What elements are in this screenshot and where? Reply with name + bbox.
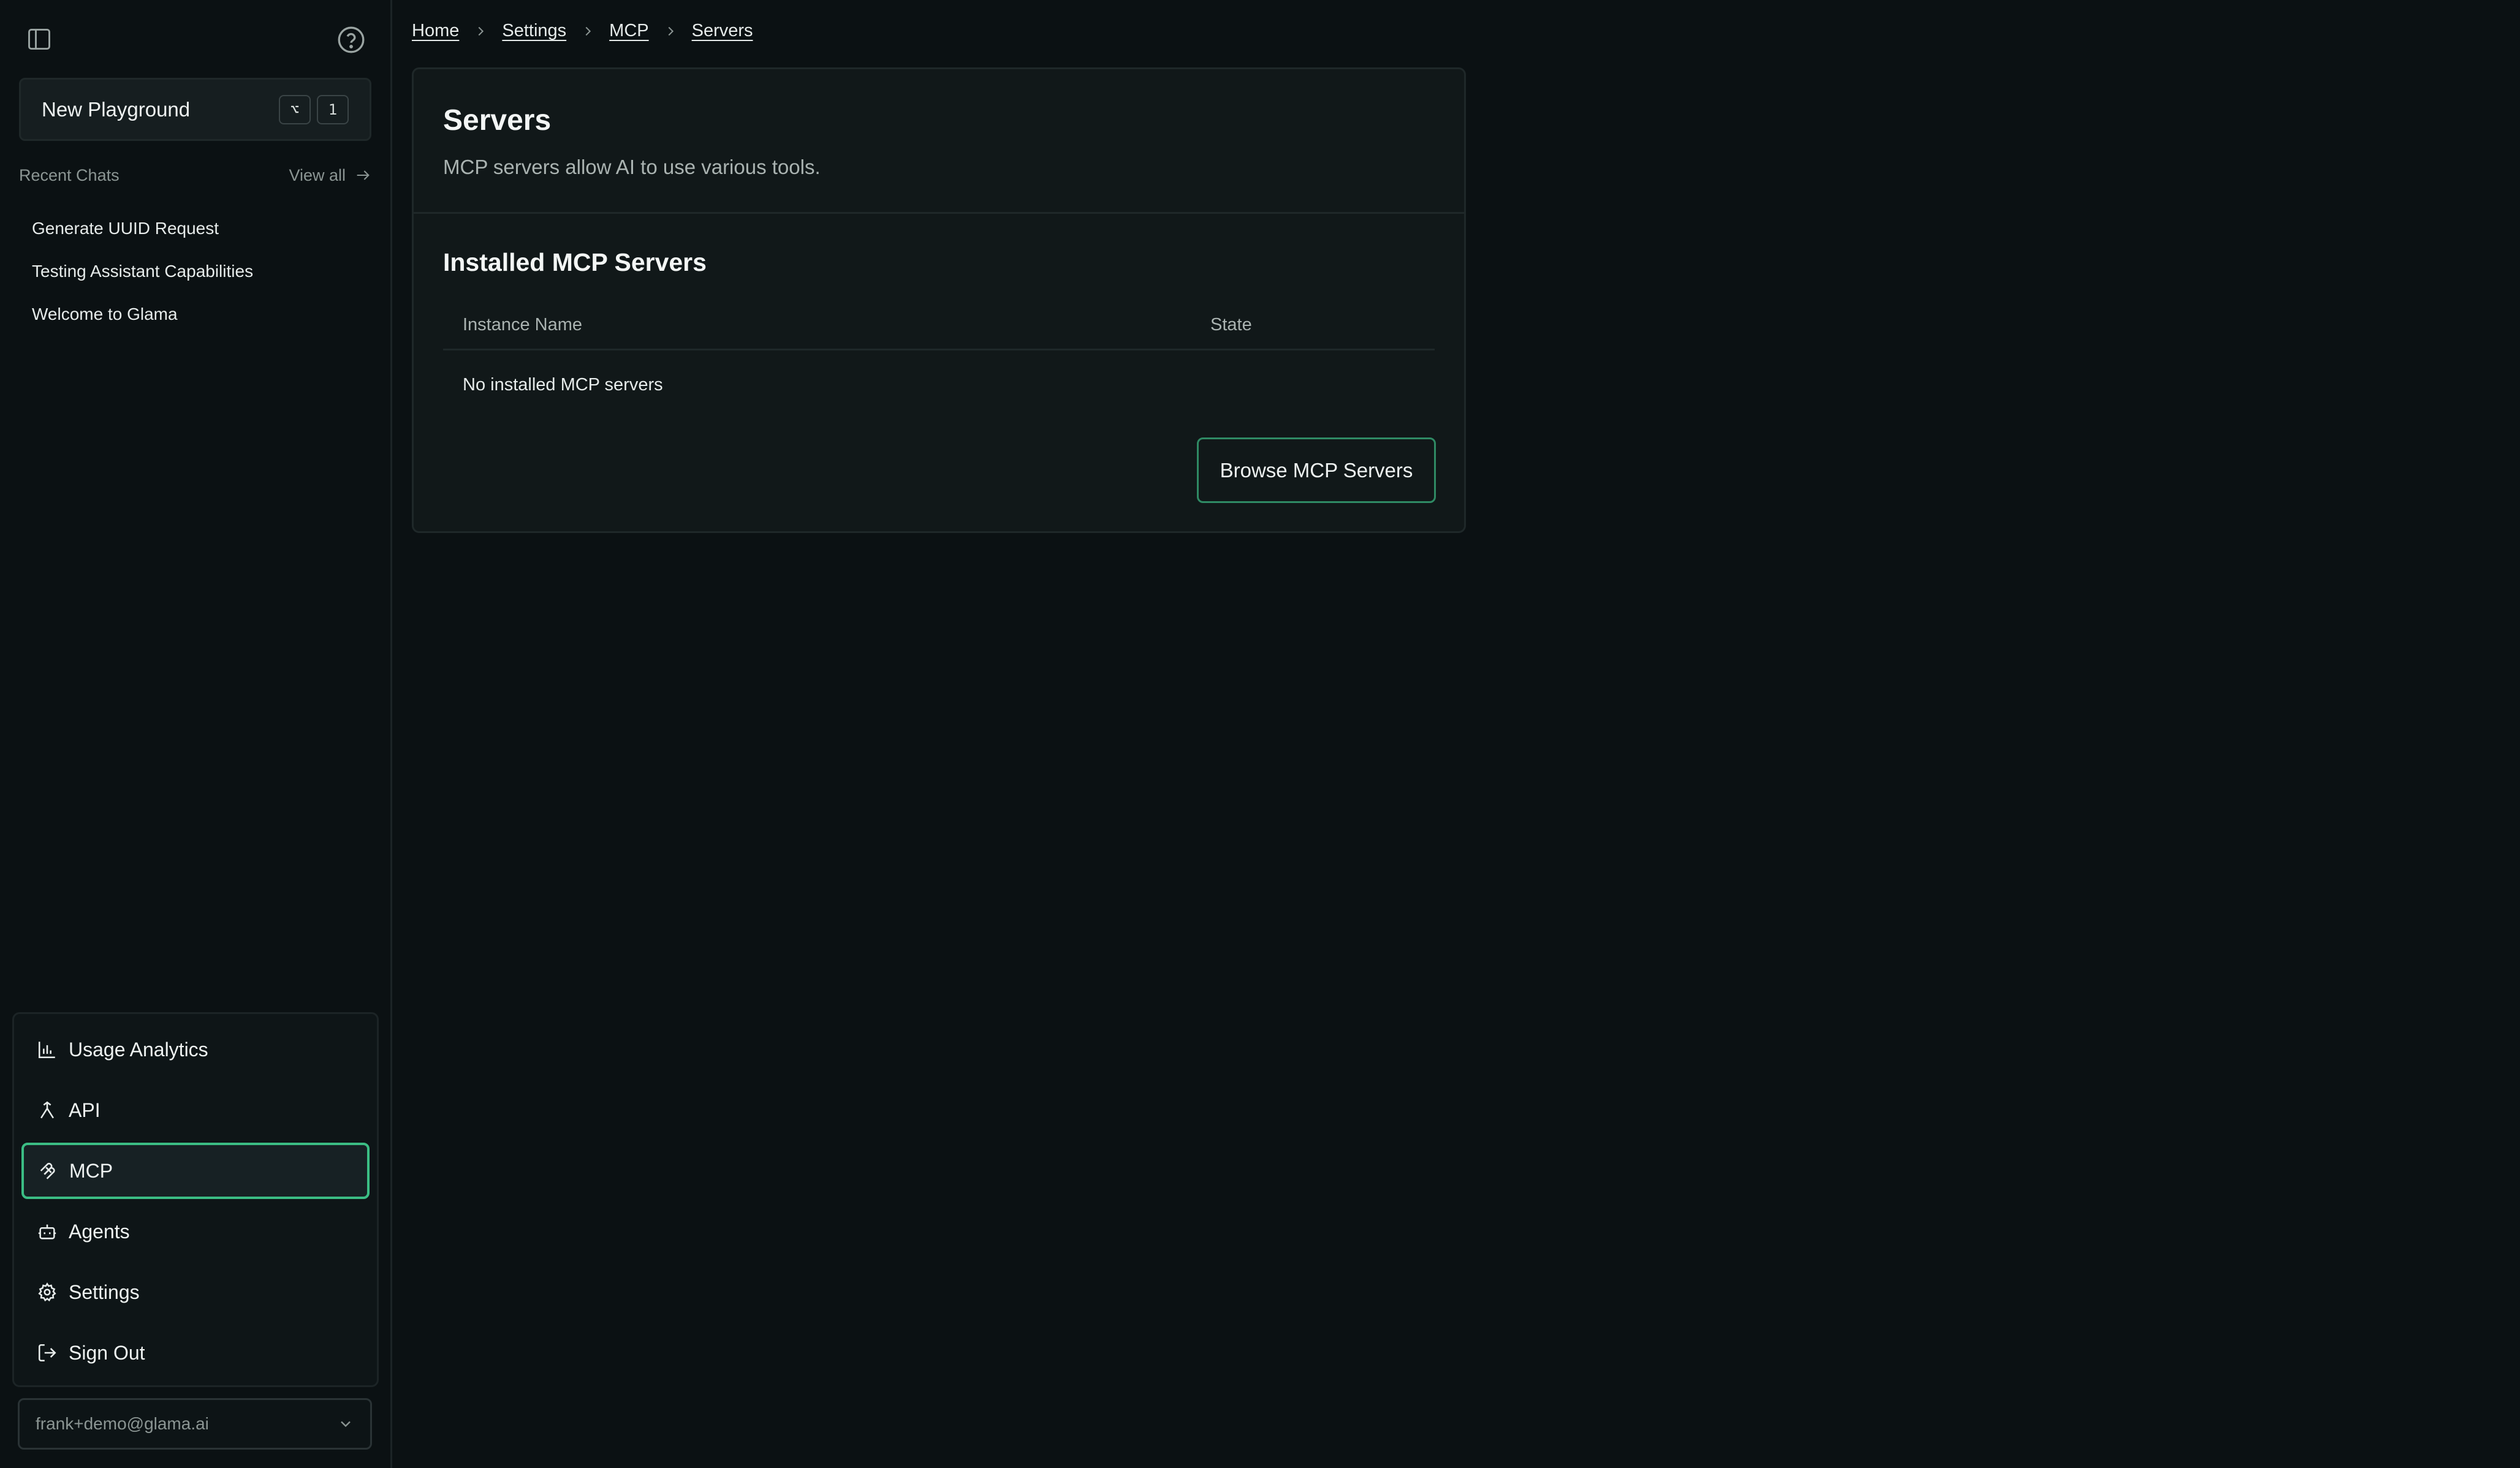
column-header-instance-name: Instance Name bbox=[463, 315, 583, 335]
browse-mcp-servers-button[interactable]: Browse MCP Servers bbox=[1197, 437, 1436, 503]
servers-card: Servers MCP servers allow AI to use vari… bbox=[412, 67, 1466, 533]
page-description: MCP servers allow AI to use various tool… bbox=[443, 156, 821, 178]
recent-chats-list: Generate UUID Request Testing Assistant … bbox=[32, 207, 363, 336]
menu-item-label: API bbox=[69, 1099, 101, 1121]
table-empty-row: No installed MCP servers bbox=[463, 374, 663, 395]
menu-item-agents[interactable]: Agents bbox=[21, 1203, 370, 1260]
chat-item[interactable]: Testing Assistant Capabilities bbox=[32, 250, 363, 293]
menu-item-label: Agents bbox=[69, 1220, 130, 1243]
mcp-icon bbox=[40, 1162, 55, 1179]
chevron-right-icon bbox=[478, 26, 484, 36]
view-all-label: View all bbox=[289, 165, 346, 184]
help-icon[interactable] bbox=[336, 25, 366, 55]
recent-chats-title: Recent Chats bbox=[19, 165, 120, 184]
chat-item[interactable]: Generate UUID Request bbox=[32, 207, 363, 250]
card-body: Installed MCP Servers Instance Name Stat… bbox=[414, 214, 1464, 419]
menu-item-usage-analytics[interactable]: Usage Analytics bbox=[21, 1021, 370, 1078]
recent-chats-header: Recent Chats View all bbox=[19, 163, 371, 187]
breadcrumb-mcp[interactable]: MCP bbox=[609, 21, 648, 41]
chat-item[interactable]: Welcome to Glama bbox=[32, 293, 363, 336]
gear-icon bbox=[38, 1282, 56, 1302]
account-select[interactable]: frank+demo@glama.ai bbox=[18, 1398, 372, 1450]
card-header: Servers MCP servers allow AI to use vari… bbox=[414, 69, 1464, 214]
bar-chart-icon bbox=[38, 1042, 55, 1059]
sidebar: New Playground ⌥ 1 Recent Chats View all… bbox=[0, 0, 392, 1468]
menu-item-sign-out[interactable]: Sign Out bbox=[21, 1325, 370, 1381]
shortcut-key-1: 1 bbox=[317, 94, 349, 124]
chevron-down-icon bbox=[341, 1421, 351, 1428]
menu-item-label: Sign Out bbox=[69, 1341, 145, 1364]
menu-item-label: Settings bbox=[69, 1281, 140, 1303]
menu-item-label: Usage Analytics bbox=[69, 1038, 208, 1061]
api-icon bbox=[40, 1101, 54, 1119]
column-header-state: State bbox=[1210, 315, 1252, 335]
arrow-right-icon bbox=[357, 170, 370, 180]
view-all-link[interactable]: View all bbox=[289, 166, 371, 185]
section-title: Installed MCP Servers bbox=[443, 248, 707, 276]
breadcrumb-settings[interactable]: Settings bbox=[502, 21, 566, 41]
chevron-right-icon bbox=[585, 26, 591, 36]
table-header: Instance Name State bbox=[443, 301, 1435, 350]
menu-item-label: MCP bbox=[69, 1159, 113, 1182]
page-title: Servers bbox=[443, 104, 552, 137]
app-root: New Playground ⌥ 1 Recent Chats View all… bbox=[0, 0, 2520, 1468]
new-playground-button[interactable]: New Playground ⌥ 1 bbox=[19, 78, 371, 141]
chevron-right-icon bbox=[668, 26, 674, 36]
menu-item-settings[interactable]: Settings bbox=[21, 1264, 370, 1320]
breadcrumb: Home Settings MCP Servers bbox=[412, 21, 753, 41]
menu-item-mcp[interactable]: MCP bbox=[21, 1143, 370, 1199]
settings-menu: Usage Analytics API MCP Agents Settings … bbox=[12, 1012, 379, 1387]
breadcrumb-home[interactable]: Home bbox=[412, 21, 459, 41]
breadcrumb-servers[interactable]: Servers bbox=[692, 21, 753, 41]
user-email: frank+demo@glama.ai bbox=[36, 1414, 209, 1433]
sign-out-icon bbox=[38, 1344, 56, 1362]
sidebar-toggle-icon[interactable] bbox=[26, 26, 53, 53]
shortcut-key-option: ⌥ bbox=[279, 94, 311, 124]
menu-item-api[interactable]: API bbox=[21, 1082, 370, 1138]
new-playground-label: New Playground bbox=[42, 97, 191, 121]
bot-icon bbox=[38, 1224, 56, 1239]
